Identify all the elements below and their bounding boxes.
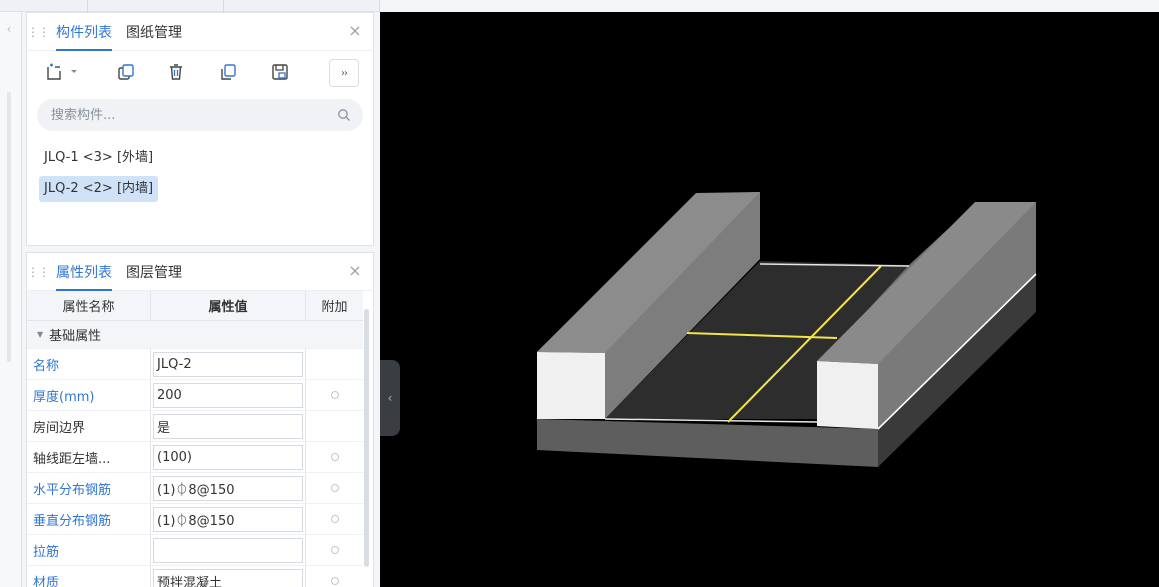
slab-edge-line xyxy=(604,418,818,423)
property-name: 材质 xyxy=(27,566,151,587)
tab-layer-management[interactable]: 图层管理 xyxy=(119,253,189,291)
tab-component-list[interactable]: 构件列表 xyxy=(49,13,119,51)
table-row[interactable]: 厚度(mm) 200 xyxy=(27,380,363,411)
table-header-row: 属性名称 属性值 附加 xyxy=(27,291,363,321)
left-wall-front-face xyxy=(537,352,605,419)
property-value-field[interactable]: 预拌混凝土 xyxy=(153,568,303,587)
property-value-field[interactable]: (1)⏀8@150 xyxy=(153,475,303,501)
extra-checkbox-icon[interactable] xyxy=(330,391,339,399)
copy-to-floor-button[interactable] xyxy=(215,59,241,85)
property-scrollbar[interactable] xyxy=(364,309,369,567)
table-row[interactable]: 材质 预拌混凝土 xyxy=(27,566,363,587)
left-collapsed-sidebar: ‹ xyxy=(0,12,22,587)
top-tab-segment[interactable] xyxy=(224,0,380,12)
list-item-jlq-1[interactable]: JLQ-1 <3> [外墙] xyxy=(39,145,158,171)
property-value-field[interactable]: 200 xyxy=(153,382,303,408)
chevron-left-icon: ‹ xyxy=(387,391,393,405)
extra-checkbox-icon[interactable] xyxy=(330,546,339,554)
property-name: 房间边界 xyxy=(27,411,151,441)
property-name: 水平分布钢筋 xyxy=(27,473,151,503)
new-component-button[interactable] xyxy=(41,59,67,85)
delete-icon xyxy=(170,64,182,80)
copy-to-floor-icon xyxy=(221,64,236,80)
sidebar-scrollbar[interactable] xyxy=(7,92,11,362)
property-panel-header: ⋮⋮ 属性列表 图层管理 × xyxy=(27,253,373,291)
component-list-panel: ⋮⋮ 构件列表 图纸管理 × ›› 搜索构件... JLQ-1 <3> [外墙]… xyxy=(26,12,374,246)
property-name: 拉筋 xyxy=(27,535,151,565)
chevron-left-icon[interactable]: ‹ xyxy=(2,22,16,36)
extra-checkbox-icon[interactable] xyxy=(330,484,339,492)
3d-model-view[interactable] xyxy=(380,12,1159,587)
property-name: 名称 xyxy=(27,349,151,379)
copy-icon xyxy=(118,64,134,80)
column-header-name: 属性名称 xyxy=(27,291,151,320)
save-template-button[interactable] xyxy=(267,59,293,85)
top-tab-segment[interactable] xyxy=(88,0,224,12)
property-name: 轴线距左墙... xyxy=(27,442,151,472)
collapse-triangle-icon[interactable]: ▼ xyxy=(37,330,43,339)
table-row[interactable]: 房间边界 是 xyxy=(27,411,363,442)
save-template-icon xyxy=(272,64,288,80)
component-search-input[interactable] xyxy=(51,99,331,131)
drag-grip-icon[interactable]: ⋮⋮ xyxy=(27,253,50,291)
tab-drawing-management[interactable]: 图纸管理 xyxy=(119,13,189,51)
collapse-panel-handle[interactable]: ‹ xyxy=(380,360,400,436)
dropdown-arrow-icon xyxy=(71,70,77,73)
right-wall-front-face xyxy=(817,361,878,429)
extra-checkbox-icon[interactable] xyxy=(330,453,339,461)
property-group-label: 基础属性 xyxy=(49,329,102,344)
property-list-panel: ⋮⋮ 属性列表 图层管理 × 属性名称 属性值 附加 ▼ 基础属性 名称 JLQ… xyxy=(26,252,374,587)
search-icon[interactable] xyxy=(337,108,351,122)
property-name: 厚度(mm) xyxy=(27,380,151,410)
3d-viewport[interactable] xyxy=(380,12,1159,587)
top-toolbar-strip xyxy=(0,0,380,12)
copy-button[interactable] xyxy=(113,59,139,85)
component-search-box xyxy=(37,99,363,131)
top-tab-segment[interactable] xyxy=(0,0,88,12)
tab-property-list[interactable]: 属性列表 xyxy=(49,253,119,291)
table-row[interactable]: 垂直分布钢筋 (1)⏀8@150 xyxy=(27,504,363,535)
table-row[interactable]: 拉筋 xyxy=(27,535,363,566)
column-header-value: 属性值 xyxy=(151,291,306,320)
property-value-field[interactable] xyxy=(153,537,303,563)
app-window: ‹ ⋮⋮ 构件列表 图纸管理 × ›› 搜索构件... JLQ-1 <3> [外… xyxy=(0,0,1159,587)
column-header-extra: 附加 xyxy=(321,300,348,315)
drag-grip-icon[interactable]: ⋮⋮ xyxy=(27,13,50,51)
new-component-dropdown[interactable] xyxy=(67,59,81,85)
new-component-icon xyxy=(47,63,61,80)
close-icon[interactable]: × xyxy=(347,263,363,279)
property-table: 属性名称 属性值 附加 ▼ 基础属性 名称 JLQ-2 厚度(mm) 200 房… xyxy=(27,291,363,587)
property-value-field[interactable]: (100) xyxy=(153,444,303,470)
close-icon[interactable]: × xyxy=(347,23,363,39)
extra-checkbox-icon[interactable] xyxy=(330,577,339,585)
property-value-field[interactable]: JLQ-2 xyxy=(153,351,303,377)
property-extra-cell xyxy=(306,349,363,379)
property-value-field[interactable]: 是 xyxy=(153,413,303,439)
table-row[interactable]: 轴线距左墙... (100) xyxy=(27,442,363,473)
table-row[interactable]: 水平分布钢筋 (1)⏀8@150 xyxy=(27,473,363,504)
table-row[interactable]: 名称 JLQ-2 xyxy=(27,349,363,380)
property-value-field[interactable]: (1)⏀8@150 xyxy=(153,506,303,532)
property-extra-cell xyxy=(306,411,363,441)
more-tools-button[interactable]: ›› xyxy=(329,59,359,87)
component-toolbar: ›› xyxy=(27,51,373,95)
property-group-basic[interactable]: ▼ 基础属性 xyxy=(27,321,363,349)
property-name: 垂直分布钢筋 xyxy=(27,504,151,534)
component-panel-header: ⋮⋮ 构件列表 图纸管理 × xyxy=(27,13,373,51)
delete-button[interactable] xyxy=(163,59,189,85)
list-item-jlq-2[interactable]: JLQ-2 <2> [内墙] xyxy=(39,176,159,202)
extra-checkbox-icon[interactable] xyxy=(330,515,339,523)
